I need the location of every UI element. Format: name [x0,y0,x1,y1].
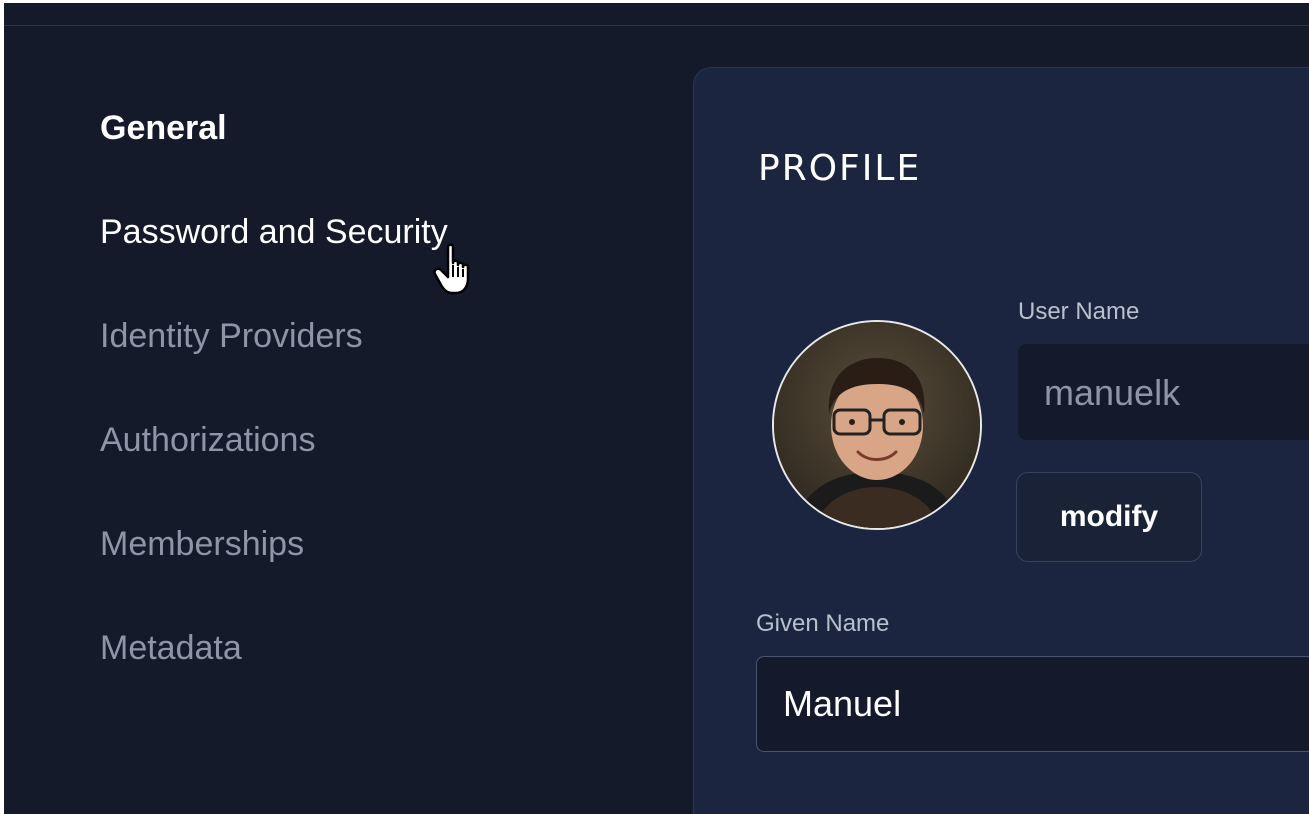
avatar [772,320,982,530]
username-field: manuelk [1018,344,1309,440]
sidebar-item-general[interactable]: General [100,108,227,148]
username-label: User Name [1018,298,1140,325]
sidebar-item-memberships[interactable]: Memberships [100,524,304,564]
sidebar-item-authorizations[interactable]: Authorizations [100,420,315,460]
modify-button[interactable]: modify [1016,472,1202,562]
sidebar-item-password-and-security[interactable]: Password and Security [100,212,448,252]
profile-card: PROFILE User Name manuelk modify Given N… [693,67,1309,814]
profile-title: PROFILE [758,148,922,189]
sidebar-item-metadata[interactable]: Metadata [100,628,242,668]
given-name-input[interactable] [783,683,1309,725]
given-name-label: Given Name [756,610,890,637]
given-name-field[interactable] [756,656,1309,752]
sidebar-item-identity-providers[interactable]: Identity Providers [100,316,363,356]
settings-app: General Password and Security Identity P… [4,3,1309,814]
sidebar-nav: General Password and Security Identity P… [100,3,660,814]
username-value: manuelk [1044,372,1181,413]
hand-pointer-icon [430,241,486,297]
